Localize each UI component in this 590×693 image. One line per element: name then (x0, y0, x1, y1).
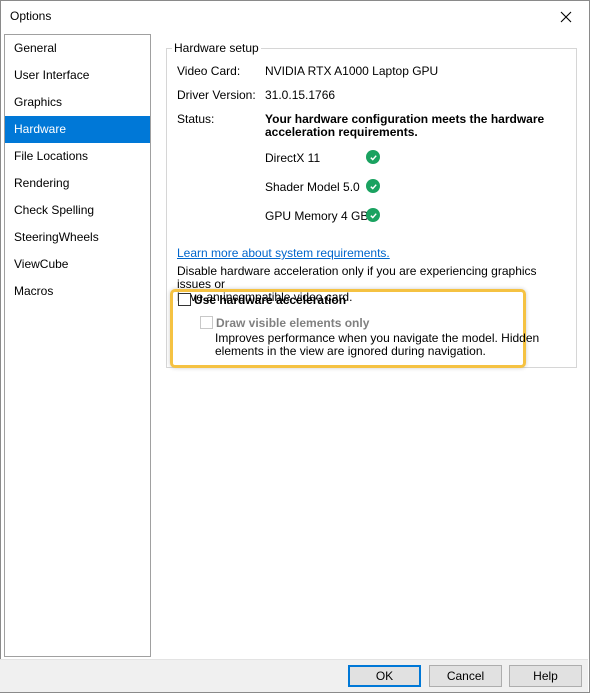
video-card-value: NVIDIA RTX A1000 Laptop GPU (265, 64, 439, 78)
check-circle-icon (366, 179, 380, 193)
check-circle-icon (366, 208, 380, 222)
draw-visible-elements-checkbox[interactable] (200, 316, 213, 329)
status-label: Status: (177, 112, 215, 126)
learn-more-link[interactable]: Learn more about system requirements. (177, 246, 390, 260)
ok-button[interactable]: OK (348, 665, 421, 687)
use-hardware-acceleration-checkbox[interactable] (178, 293, 191, 306)
nav-item-file-locations[interactable]: File Locations (5, 143, 150, 170)
use-hardware-acceleration-label[interactable]: Use hardware acceleration (194, 293, 346, 307)
disable-note-line1: Disable hardware acceleration only if yo… (177, 264, 537, 291)
nav-item-general[interactable]: General (5, 35, 150, 62)
group-title: Hardware setup (172, 41, 261, 55)
cancel-button[interactable]: Cancel (429, 665, 502, 687)
driver-version-value: 31.0.15.1766 (265, 88, 336, 102)
nav-item-check-spelling[interactable]: Check Spelling (5, 197, 150, 224)
close-button[interactable] (543, 1, 589, 32)
title-bar: Options (1, 1, 589, 32)
requirement-directx: DirectX 11 (265, 151, 321, 165)
requirement-shader-model: Shader Model 5.0 (265, 180, 360, 194)
nav-item-steeringwheels[interactable]: SteeringWheels (5, 224, 150, 251)
video-card-label: Video Card: (177, 64, 241, 78)
check-circle-icon (366, 150, 380, 164)
nav-item-user-interface[interactable]: User Interface (5, 62, 150, 89)
nav-item-hardware[interactable]: Hardware (5, 116, 150, 143)
driver-version-label: Driver Version: (177, 88, 256, 102)
status-text-line1: Your hardware configuration meets the ha… (265, 112, 545, 126)
status-text-line2: acceleration requirements. (265, 125, 418, 139)
draw-visible-elements-label[interactable]: Draw visible elements only (216, 316, 369, 330)
nav-item-rendering[interactable]: Rendering (5, 170, 150, 197)
requirement-gpu-memory: GPU Memory 4 GB (265, 209, 369, 223)
close-icon (560, 11, 572, 22)
draw-visible-description: Improves performance when you navigate t… (215, 332, 545, 358)
nav-item-viewcube[interactable]: ViewCube (5, 251, 150, 278)
draw-visible-desc-line2: elements in the view are ignored during … (215, 344, 486, 358)
nav-item-graphics[interactable]: Graphics (5, 89, 150, 116)
category-list[interactable]: General User Interface Graphics Hardware… (4, 34, 151, 657)
window-title: Options (10, 9, 52, 23)
help-button[interactable]: Help (509, 665, 582, 687)
nav-item-macros[interactable]: Macros (5, 278, 150, 305)
